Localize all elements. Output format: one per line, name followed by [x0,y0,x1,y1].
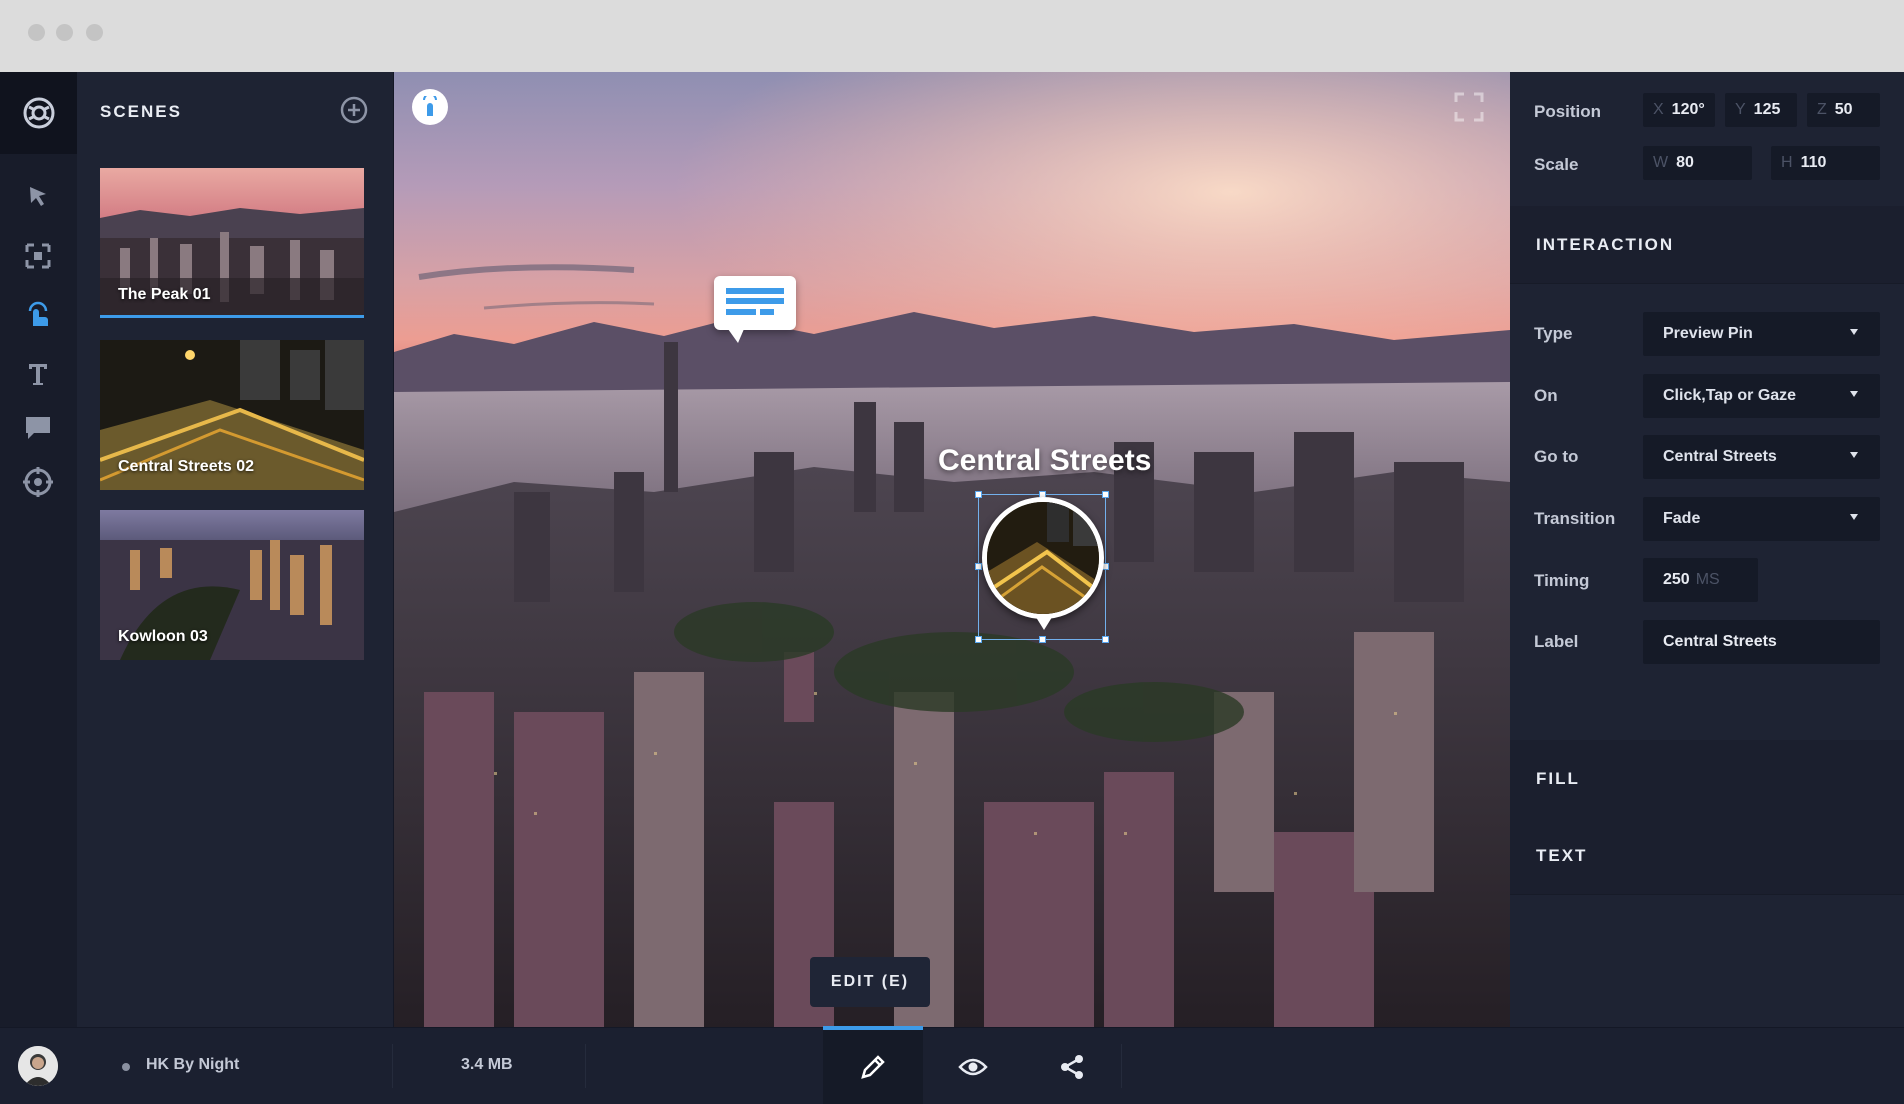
text-lines-icon [726,288,784,315]
app-logo-icon[interactable] [0,72,77,154]
trigger-select-value: Click,Tap or Gaze [1663,387,1797,404]
trigger-select[interactable]: Click,Tap or Gaze [1643,374,1880,418]
project-status-dot [122,1063,130,1071]
resize-handle[interactable] [975,563,982,570]
resize-handle[interactable] [975,636,982,643]
scene-thumbnail-label: Central Streets 02 [118,458,255,475]
chevron-down-icon [1850,391,1858,397]
label-input[interactable]: Central Streets [1643,620,1880,664]
axis-prefix: W [1653,154,1669,171]
share-icon [1061,1054,1083,1079]
viewport-hotspot-badge-icon[interactable] [412,89,448,125]
label-label: Label [1534,632,1579,651]
vr-orbit-icon[interactable] [22,466,54,498]
share-tab[interactable] [1022,1028,1122,1104]
goto-label: Go to [1534,447,1579,466]
project-name[interactable]: HK By Night [146,1056,239,1074]
add-scene-icon[interactable] [339,95,369,125]
transform-icon[interactable] [22,240,54,272]
transition-select-value: Fade [1663,510,1701,527]
resize-handle[interactable] [1039,636,1046,643]
position-x-field[interactable]: X 120° [1643,93,1715,127]
text-tool-icon[interactable] [22,358,54,390]
user-avatar[interactable] [18,1046,58,1086]
resize-handle[interactable] [975,491,982,498]
window-titlebar [0,0,1904,72]
scene-viewport[interactable]: Central Streets EDIT (E) [394,72,1510,1027]
goto-select-value: Central Streets [1663,448,1777,465]
preview-pin-tail [1034,614,1054,630]
edit-mode-button[interactable]: EDIT (E) [810,957,930,1007]
position-x-value: 120° [1671,101,1705,118]
scale-w-value: 80 [1676,154,1694,171]
position-y-value: 125 [1753,101,1781,118]
scene-thumbnail-1[interactable]: The Peak 01 [100,168,364,318]
axis-prefix: H [1781,154,1793,171]
type-select-value: Preview Pin [1663,325,1753,342]
axis-prefix: Z [1817,101,1827,118]
status-bar: HK By Night 3.4 MB [0,1026,1904,1104]
interaction-section-header[interactable]: INTERACTION [1510,206,1904,284]
preview-mode-tab[interactable] [923,1028,1023,1104]
timing-unit: MS [1695,571,1720,588]
chevron-down-icon [1850,514,1858,520]
comment-hotspot-tail [728,329,744,343]
chevron-down-icon [1850,452,1858,458]
pencil-icon [861,1054,885,1079]
scene-thumbnail-label: The Peak 01 [118,286,211,303]
text-section-header[interactable]: TEXT [1510,817,1904,895]
fullscreen-icon[interactable] [1454,92,1484,122]
axis-prefix: X [1653,101,1664,118]
file-size: 3.4 MB [461,1056,513,1073]
transition-label: Transition [1534,509,1616,528]
scale-h-field[interactable]: H 110 [1771,146,1880,180]
eye-icon [958,1058,988,1075]
tool-rail [0,72,77,1027]
scene-thumbnail-label: Kowloon 03 [118,628,208,645]
type-select[interactable]: Preview Pin [1643,312,1880,356]
axis-prefix: Y [1735,101,1746,118]
transition-select[interactable]: Fade [1643,497,1880,541]
app-window: SCENES The Peak 01 Central Streets 02 Ko… [0,72,1904,1104]
timing-value: 250 [1663,571,1690,588]
scene-thumbnail-3[interactable]: Kowloon 03 [100,510,364,660]
status-divider [585,1044,586,1088]
window-close-button[interactable] [28,24,45,41]
type-label: Type [1534,324,1573,343]
edit-mode-tab[interactable] [823,1026,923,1104]
scale-h-value: 110 [1800,154,1827,171]
status-divider [392,1044,393,1088]
comment-hotspot[interactable] [714,276,796,330]
position-z-value: 50 [1834,101,1853,118]
hotspot-tool-icon[interactable] [22,298,54,330]
scale-label: Scale [1534,155,1579,174]
window-maximize-button[interactable] [86,24,103,41]
resize-handle[interactable] [1102,491,1109,498]
label-input-value: Central Streets [1663,633,1777,650]
fill-section-header[interactable]: FILL [1510,740,1904,818]
timing-label: Timing [1534,571,1590,590]
position-y-field[interactable]: Y 125 [1725,93,1797,127]
window-minimize-button[interactable] [56,24,73,41]
on-label: On [1534,386,1558,405]
properties-panel: Position X 120° Y 125 Z 50 Scale W 80 H … [1510,72,1904,1027]
goto-select[interactable]: Central Streets [1643,435,1880,479]
status-divider [1121,1044,1122,1088]
scale-w-field[interactable]: W 80 [1643,146,1752,180]
position-z-field[interactable]: Z 50 [1807,93,1880,127]
panorama-image [394,72,1510,1027]
select-pointer-icon[interactable] [22,180,54,212]
timing-field[interactable]: 250 MS [1643,558,1758,602]
position-label: Position [1534,102,1602,121]
comment-tool-icon[interactable] [22,412,54,444]
scene-thumbnail-2[interactable]: Central Streets 02 [100,340,364,490]
scenes-panel: SCENES The Peak 01 Central Streets 02 Ko… [77,72,394,1027]
active-scene-indicator [100,315,364,318]
resize-handle[interactable] [1102,636,1109,643]
scenes-title: SCENES [100,102,182,121]
chevron-down-icon [1850,329,1858,335]
preview-pin-thumbnail[interactable] [982,497,1104,619]
preview-pin-label: Central Streets [938,444,1152,477]
